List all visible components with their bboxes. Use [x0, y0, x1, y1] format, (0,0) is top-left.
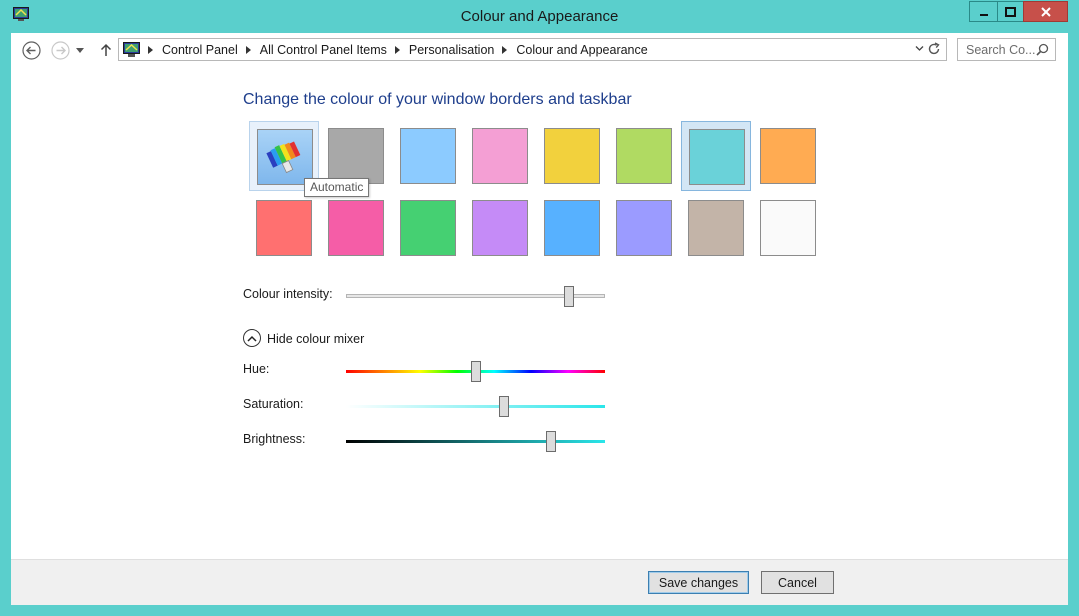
colour-swatch-fill [472, 200, 528, 256]
colour-swatch-fill [256, 200, 312, 256]
colour-swatch-fill [760, 128, 816, 184]
breadcrumb-separator-icon[interactable] [148, 45, 153, 54]
search-input[interactable]: Search Co... [966, 43, 1035, 57]
saturation-slider-thumb[interactable] [498, 396, 509, 417]
colour-swatch[interactable] [681, 193, 751, 263]
breadcrumb-personalisation[interactable]: Personalisation [409, 43, 494, 57]
colour-swatch[interactable] [681, 121, 751, 191]
client-area: Control Panel All Control Panel Items Pe… [11, 33, 1068, 605]
button-bar: Save changes Cancel [11, 559, 1068, 605]
breadcrumb-all-items[interactable]: All Control Panel Items [260, 43, 387, 57]
window-title: Colour and Appearance [460, 8, 619, 25]
breadcrumb-colour-appearance[interactable]: Colour and Appearance [516, 43, 647, 57]
navigation-bar: Control Panel All Control Panel Items Pe… [11, 33, 1068, 67]
colour-swatch-fill [328, 128, 384, 184]
colour-intensity-label: Colour intensity: [243, 287, 333, 301]
brightness-label: Brightness: [243, 432, 306, 446]
colour-swatch[interactable] [753, 193, 823, 263]
colour-swatch[interactable] [393, 193, 463, 263]
address-bar[interactable]: Control Panel All Control Panel Items Pe… [118, 38, 947, 61]
saturation-label: Saturation: [243, 397, 304, 411]
colour-swatch-fill [544, 128, 600, 184]
chevron-down-icon [76, 47, 84, 53]
colour-swatch[interactable] [609, 121, 679, 191]
close-button[interactable] [1023, 1, 1068, 22]
colour-swatch-fill [400, 128, 456, 184]
colour-swatch-fill [616, 200, 672, 256]
up-arrow-icon [100, 43, 112, 56]
breadcrumb-separator-icon[interactable] [394, 45, 400, 54]
saturation-slider-track[interactable] [346, 405, 605, 408]
colour-swatch[interactable] [249, 193, 319, 263]
automatic-tooltip: Automatic [304, 178, 370, 197]
hue-slider-thumb[interactable] [470, 361, 481, 382]
brightness-slider-thumb[interactable] [545, 431, 556, 452]
colour-swatch[interactable] [321, 193, 391, 263]
colour-intensity-slider-thumb[interactable] [563, 286, 574, 307]
breadcrumb-separator-icon[interactable] [502, 45, 508, 54]
maximize-icon [1005, 6, 1016, 17]
colour-swatch[interactable] [609, 193, 679, 263]
refresh-icon[interactable] [927, 42, 941, 56]
up-button[interactable] [96, 40, 116, 60]
recent-locations-button[interactable] [74, 40, 86, 60]
search-box[interactable]: Search Co... [957, 38, 1056, 61]
window-frame: Colour and Appearance Control Panel All … [0, 0, 1079, 616]
minimize-icon [979, 13, 988, 16]
save-changes-button[interactable]: Save changes [648, 571, 749, 594]
colour-swatch-fill [688, 200, 744, 256]
address-dropdown-icon[interactable] [915, 44, 924, 53]
colour-swatch[interactable] [465, 193, 535, 263]
breadcrumb-control-panel[interactable]: Control Panel [162, 43, 238, 57]
forward-arrow-icon [50, 40, 70, 60]
page-heading: Change the colour of your window borders… [243, 91, 632, 108]
control-panel-icon [123, 42, 140, 57]
colour-swatch[interactable] [465, 121, 535, 191]
breadcrumb: Control Panel All Control Panel Items Pe… [123, 39, 648, 60]
breadcrumb-separator-icon[interactable] [245, 45, 251, 54]
forward-button[interactable] [50, 40, 70, 60]
colour-swatch[interactable] [537, 121, 607, 191]
colour-swatch-fill [616, 128, 672, 184]
colour-swatch-fill [472, 128, 528, 184]
colour-swatch-fill [400, 200, 456, 256]
title-bar[interactable]: Colour and Appearance [0, 0, 1079, 33]
colour-swatch-fill [544, 200, 600, 256]
back-button[interactable] [21, 40, 41, 60]
hide-colour-mixer-link[interactable]: Hide colour mixer [267, 332, 364, 346]
brightness-slider-track[interactable] [346, 440, 605, 443]
colour-swatch[interactable] [393, 121, 463, 191]
close-icon [1040, 6, 1051, 17]
palette-icon [257, 129, 313, 185]
colour-swatch[interactable] [537, 193, 607, 263]
maximize-button[interactable] [997, 1, 1024, 22]
search-icon[interactable] [1036, 43, 1049, 56]
colour-swatch-fill [689, 129, 745, 185]
hide-mixer-button[interactable] [243, 329, 261, 347]
cancel-button[interactable]: Cancel [761, 571, 834, 594]
colour-swatch-fill [760, 200, 816, 256]
colour-swatch-fill [328, 200, 384, 256]
back-arrow-icon [21, 40, 41, 60]
hue-label: Hue: [243, 362, 270, 376]
minimize-button[interactable] [969, 1, 998, 22]
colour-swatch[interactable] [753, 121, 823, 191]
chevron-up-icon [247, 335, 257, 342]
